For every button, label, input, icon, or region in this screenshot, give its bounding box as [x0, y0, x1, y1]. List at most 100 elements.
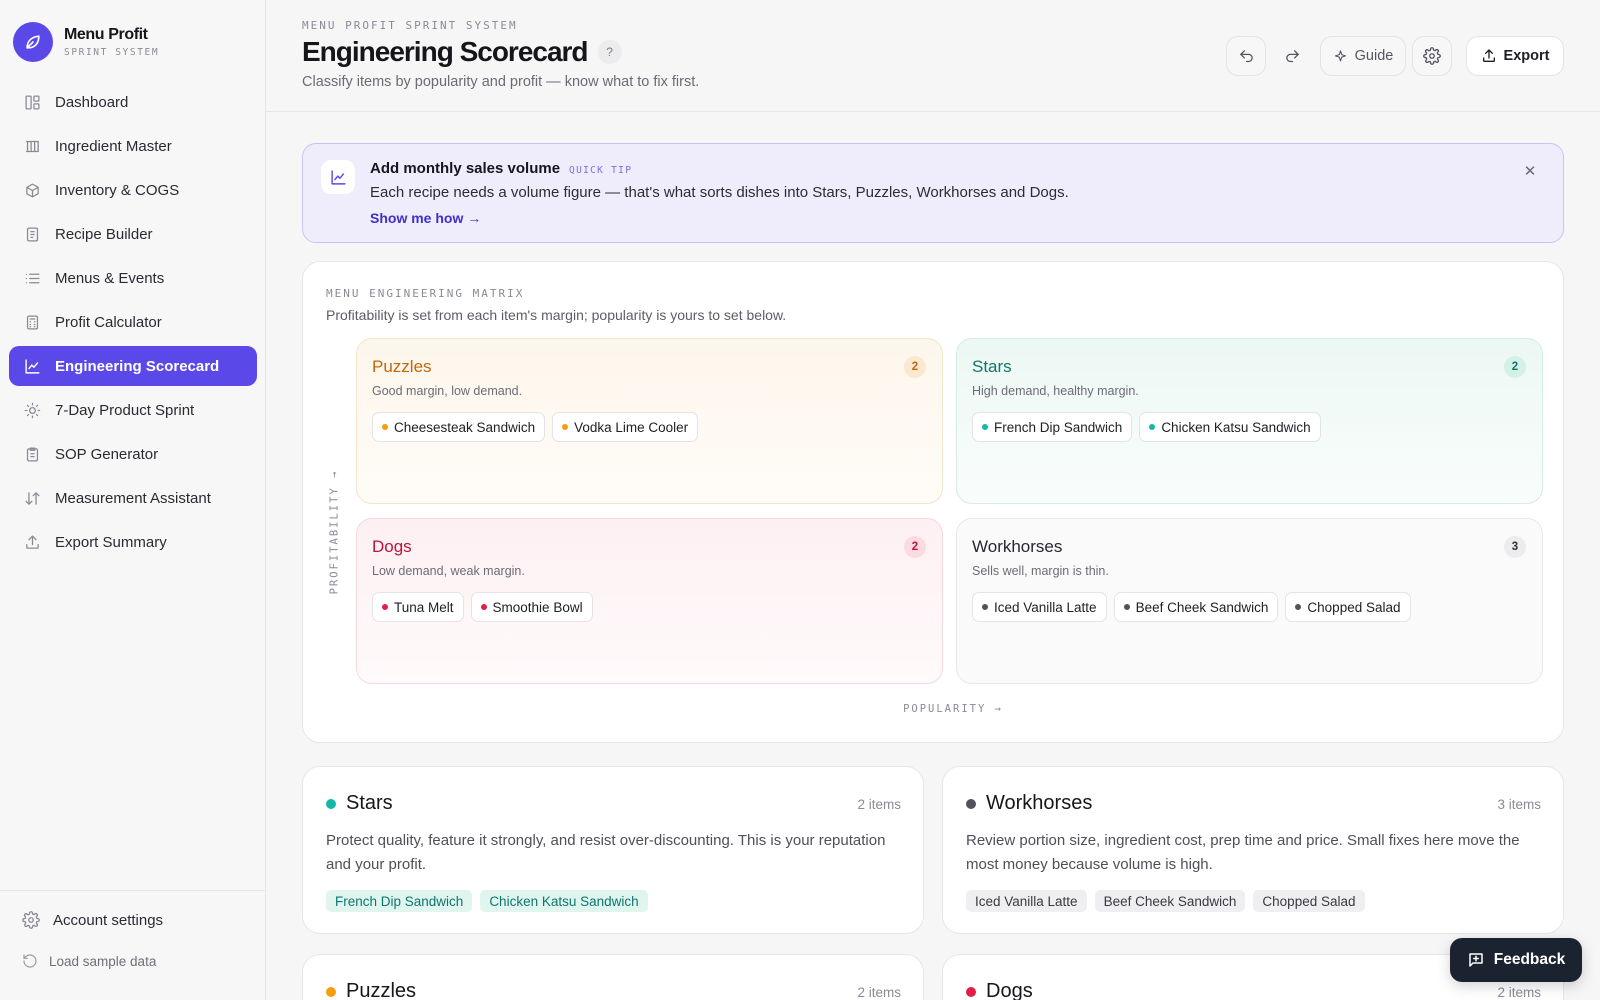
sidebar-item-menus-events[interactable]: Menus & Events [9, 258, 257, 298]
status-dot [562, 424, 569, 430]
category-advice: Protect quality, feature it strongly, an… [326, 832, 886, 873]
sparkle-icon [1333, 49, 1348, 64]
item-chip-label: Beef Cheek Sandwich [1135, 599, 1269, 615]
load-sample-data-label: Load sample data [49, 953, 157, 969]
status-dot [982, 604, 988, 610]
item-tag[interactable]: French Dip Sandwich [326, 890, 473, 912]
sidebar-item-recipe-builder[interactable]: Recipe Builder [9, 214, 257, 254]
quadrant-items: Cheesesteak Sandwich Vodka Lime Cooler [372, 412, 705, 442]
redo-button[interactable] [1272, 36, 1312, 76]
item-chip[interactable]: Cheesesteak Sandwich [372, 412, 546, 442]
item-chip[interactable]: French Dip Sandwich [972, 412, 1133, 442]
export-button[interactable]: Export [1466, 36, 1564, 76]
clipboard-icon [22, 444, 42, 464]
sidebar-nav: Dashboard Ingredient Master Inventory & … [9, 82, 257, 566]
tip-badge: QUICK TIP [569, 165, 633, 176]
status-dot [982, 424, 988, 430]
sidebar-item-ingredient-master[interactable]: Ingredient Master [9, 126, 257, 166]
page-eyebrow: MENU PROFIT SPRINT SYSTEM [302, 19, 518, 32]
quadrant-count-badge: 2 [1504, 356, 1526, 378]
help-button[interactable]: ? [597, 40, 622, 64]
item-chip[interactable]: Chicken Katsu Sandwich [1139, 412, 1321, 442]
sidebar-item-label: Menus & Events [55, 269, 165, 287]
category-name: Stars [346, 792, 393, 814]
brand-subtitle: SPRINT SYSTEM [64, 47, 160, 58]
sidebar-item-inventory-cogs[interactable]: Inventory & COGS [9, 170, 257, 210]
category-name: Workhorses [986, 792, 1093, 814]
quadrant-stars: Stars High demand, healthy margin. 2 Fre… [956, 338, 1543, 504]
item-tag[interactable]: Iced Vanilla Latte [966, 890, 1087, 912]
sidebar-item-product-sprint[interactable]: 7-Day Product Sprint [9, 390, 257, 430]
matrix-subtitle: Profitability is set from each item's ma… [326, 307, 787, 323]
item-chip[interactable]: Chopped Salad [1285, 592, 1411, 622]
close-icon[interactable]: ✕ [1519, 160, 1541, 182]
category-advice: Review portion size, ingredient cost, pr… [966, 832, 1520, 873]
sidebar-item-label: Ingredient Master [55, 137, 172, 155]
category-card-workhorses: Workhorses 3 items Review portion size, … [942, 766, 1564, 934]
quadrant-name: Puzzles [372, 357, 432, 376]
status-dot [480, 604, 487, 610]
chart-line-icon [22, 356, 42, 376]
sidebar-footer: Account settings Load sample data [0, 890, 265, 969]
calculator-icon [22, 312, 42, 332]
sidebar-item-profit-calculator[interactable]: Profit Calculator [9, 302, 257, 342]
quadrant-name: Stars [972, 357, 1012, 376]
settings-button[interactable] [1412, 36, 1452, 76]
sidebar: Menu Profit SPRINT SYSTEM Dashboard Ingr… [0, 0, 266, 1000]
sidebar-item-measurement-assistant[interactable]: Measurement Assistant [9, 478, 257, 518]
undo-button[interactable] [1226, 36, 1266, 76]
guide-label: Guide [1354, 48, 1394, 64]
quadrant-items: French Dip Sandwich Chicken Katsu Sandwi… [972, 412, 1328, 442]
brand[interactable]: Menu Profit SPRINT SYSTEM [13, 22, 159, 62]
sidebar-item-dashboard[interactable]: Dashboard [9, 82, 257, 122]
category-card-stars: Stars 2 items Protect quality, feature i… [302, 766, 924, 934]
item-chip[interactable]: Tuna Melt [372, 592, 464, 622]
show-me-how-link[interactable]: Show me how → [370, 210, 481, 226]
status-dot [326, 798, 336, 809]
status-dot [966, 798, 976, 809]
status-dot [326, 986, 336, 997]
quadrant-count-badge: 2 [904, 356, 926, 378]
page-header: MENU PROFIT SPRINT SYSTEM Engineering Sc… [266, 0, 1600, 112]
category-tags: Iced Vanilla Latte Beef Cheek Sandwich C… [966, 890, 1373, 912]
item-chip-label: Chopped Salad [1307, 599, 1401, 615]
tip-body: Each recipe needs a volume figure — that… [370, 184, 1069, 201]
sort-icon [22, 488, 42, 508]
item-tag[interactable]: Beef Cheek Sandwich [1094, 890, 1246, 912]
sidebar-item-export-summary[interactable]: Export Summary [9, 522, 257, 562]
item-tag[interactable]: Chopped Salad [1253, 890, 1365, 912]
category-card-puzzles: Puzzles 2 items [302, 954, 924, 1000]
quick-tip-banner: Add monthly sales volume QUICK TIP Each … [302, 143, 1564, 243]
item-chip-label: Tuna Melt [394, 599, 454, 615]
upload-icon [22, 532, 42, 552]
sidebar-item-sop-generator[interactable]: SOP Generator [9, 434, 257, 474]
status-dot [382, 604, 388, 610]
item-tag[interactable]: Chicken Katsu Sandwich [480, 890, 648, 912]
status-dot [1123, 604, 1130, 610]
quadrant-count-badge: 2 [904, 536, 926, 558]
sidebar-item-label: SOP Generator [55, 445, 159, 463]
sidebar-item-label: Engineering Scorecard [55, 357, 220, 375]
load-sample-data-link[interactable]: Load sample data [22, 953, 156, 969]
chart-line-icon [321, 160, 355, 194]
guide-button[interactable]: Guide [1320, 36, 1406, 76]
category-tags: French Dip Sandwich Chicken Katsu Sandwi… [326, 890, 656, 912]
feedback-button[interactable]: Feedback [1450, 938, 1582, 982]
sidebar-item-engineering-scorecard[interactable]: Engineering Scorecard [9, 346, 257, 386]
gear-icon [22, 911, 40, 929]
item-chip[interactable]: Iced Vanilla Latte [972, 592, 1107, 622]
item-chip[interactable]: Smoothie Bowl [470, 592, 593, 622]
status-dot [382, 424, 388, 430]
quadrant-count-badge: 3 [1504, 536, 1526, 558]
quadrant-name: Workhorses [972, 537, 1063, 556]
box-icon [22, 180, 42, 200]
account-settings-link[interactable]: Account settings [22, 911, 163, 929]
item-chip-label: Smoothie Bowl [492, 599, 583, 615]
quadrant-items: Iced Vanilla Latte Beef Cheek Sandwich C… [972, 592, 1418, 622]
item-chip[interactable]: Vodka Lime Cooler [552, 412, 699, 442]
category-count: 2 items [857, 985, 901, 1000]
item-chip[interactable]: Beef Cheek Sandwich [1113, 592, 1279, 622]
quadrant-description: Sells well, margin is thin. [972, 564, 1109, 578]
matrix-eyebrow: MENU ENGINEERING MATRIX [326, 287, 525, 300]
refresh-icon [22, 953, 38, 969]
